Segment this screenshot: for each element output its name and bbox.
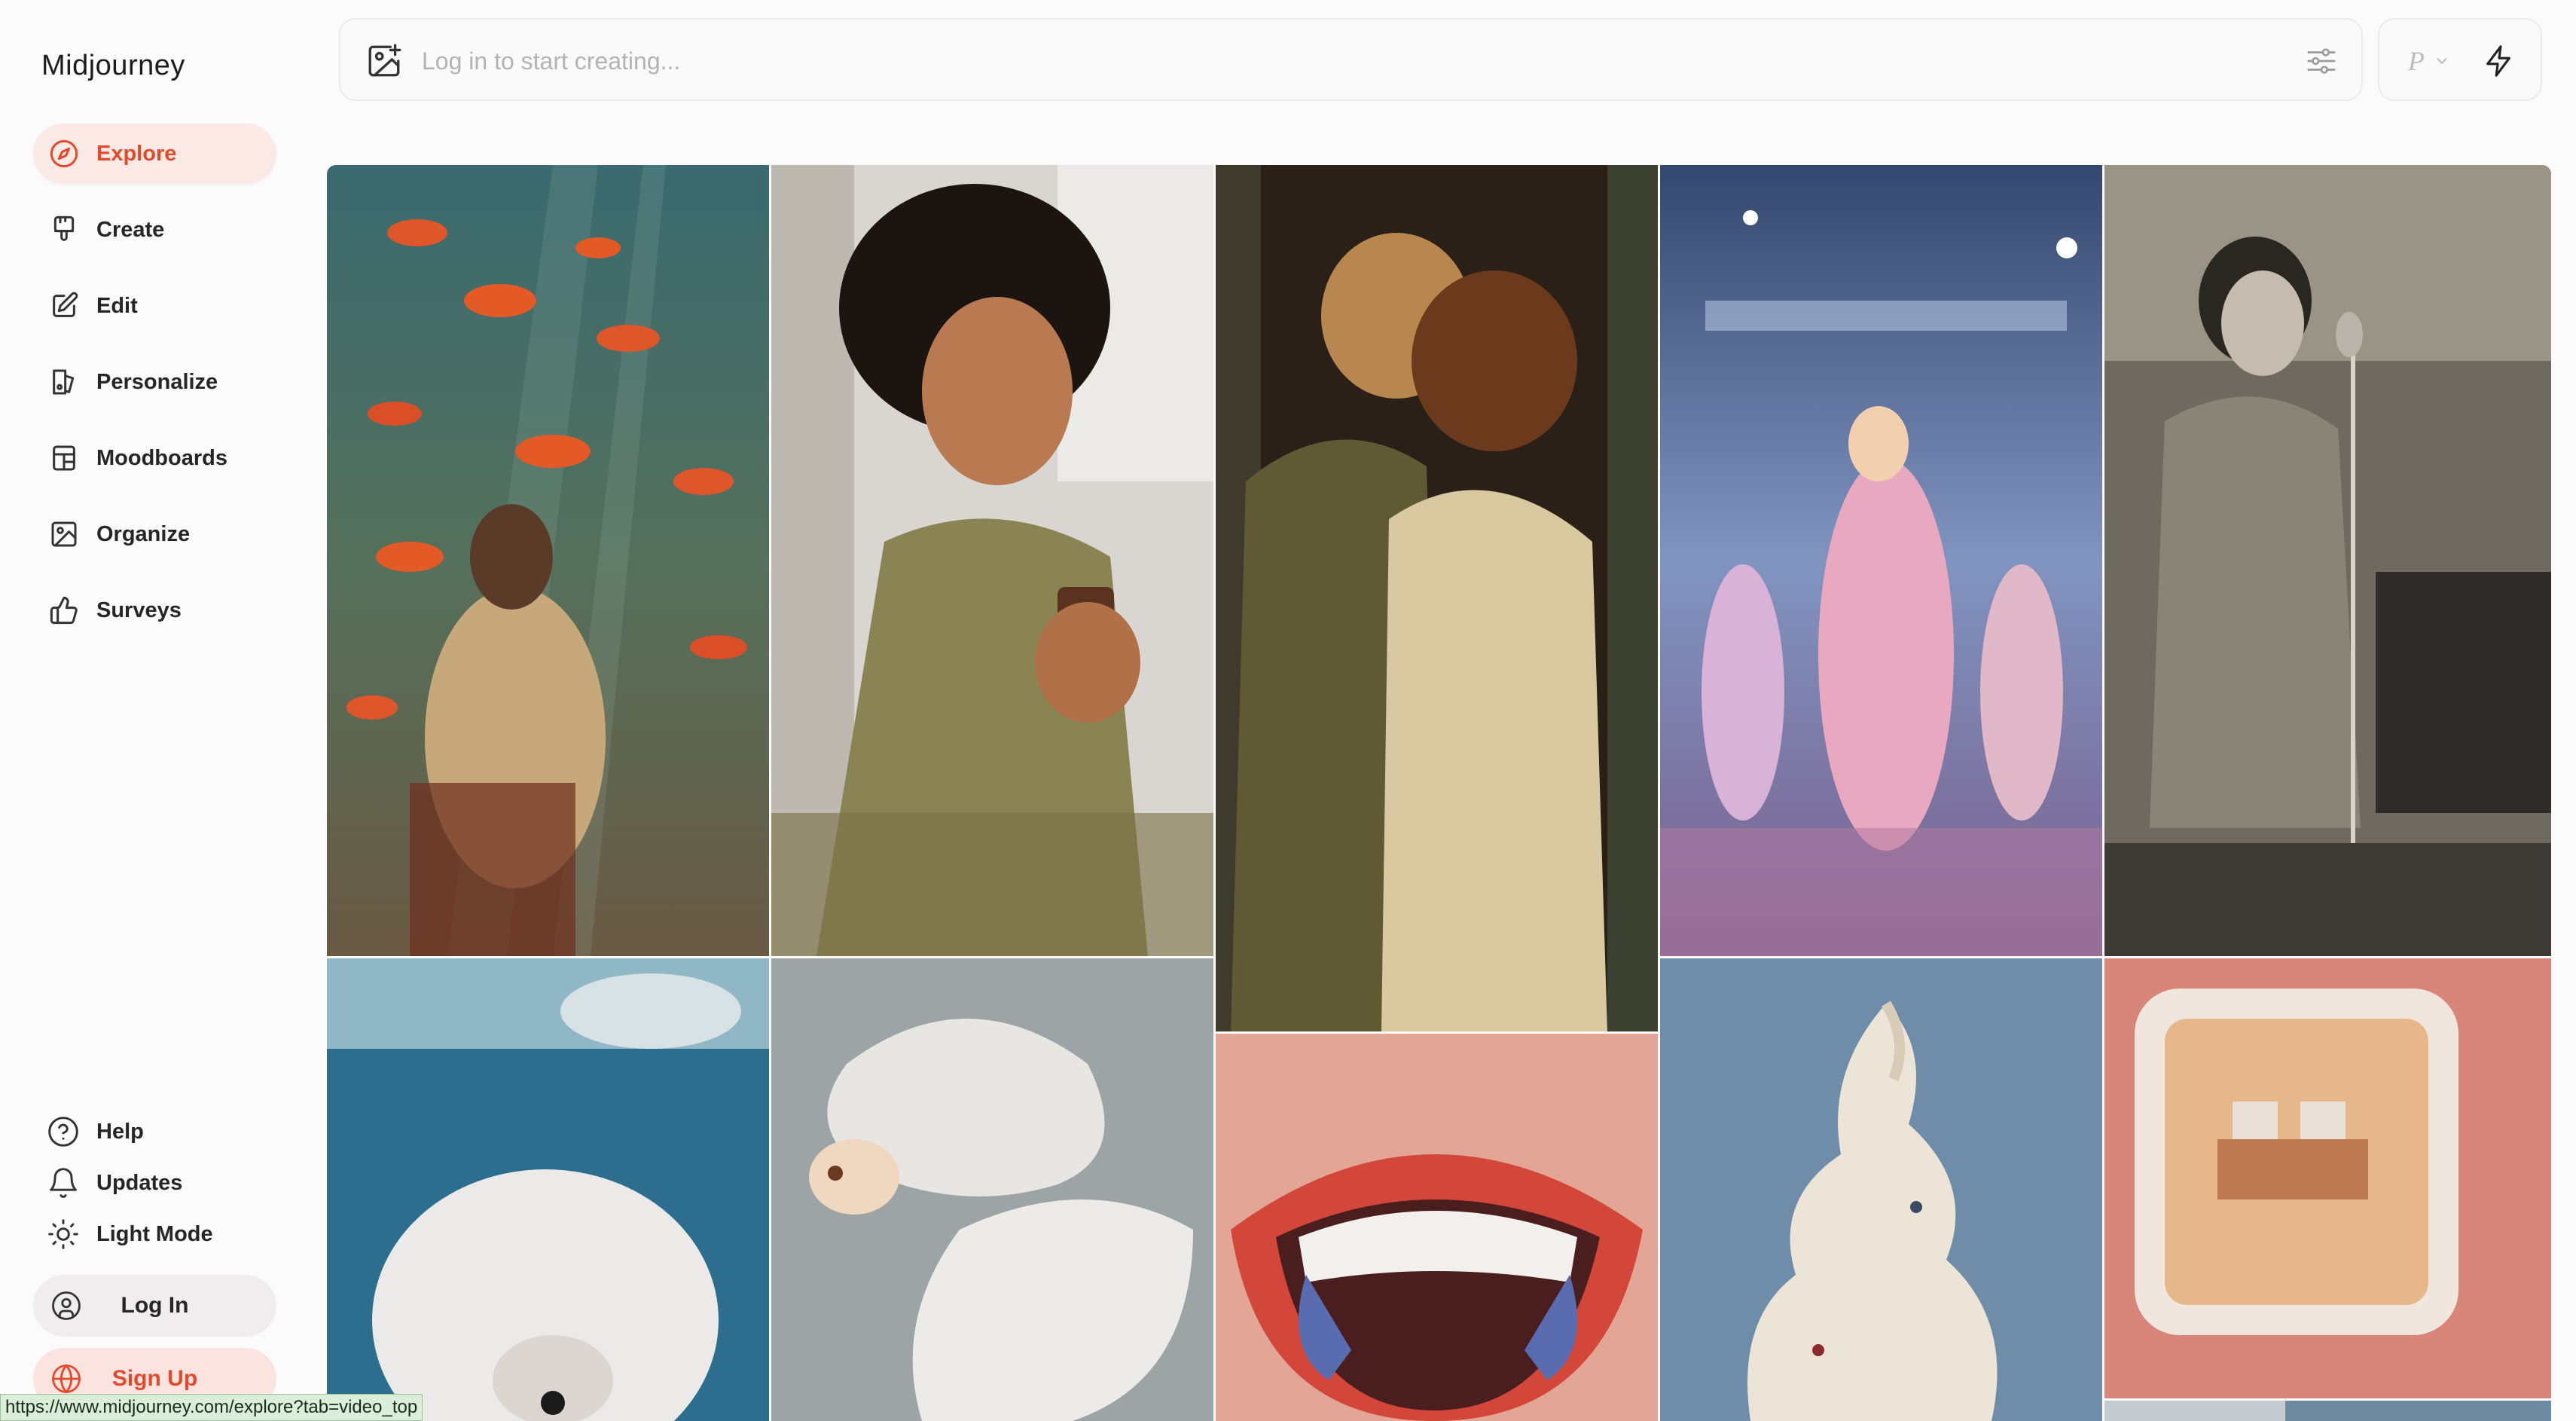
help-link[interactable]: Help [33,1106,276,1157]
nav-item-moodboards[interactable]: Moodboards [33,428,276,488]
gallery-image-white-dog[interactable] [327,958,769,1421]
prompt-input[interactable] [422,42,2230,80]
help-icon [44,1112,83,1151]
user-circle-icon [48,1288,84,1324]
status-bar-url: https://www.midjourney.com/explore?tab=v… [0,1394,423,1421]
globe-icon [48,1361,84,1397]
mode-controls: P [2378,18,2542,101]
nav-item-explore[interactable]: Explore [33,124,276,184]
login-button[interactable]: Log In [33,1275,276,1337]
nav-label: Moodboards [96,445,227,470]
nav-item-create[interactable]: Create [33,200,276,260]
updates-label: Updates [96,1170,183,1195]
lightning-icon[interactable] [2482,44,2516,78]
gallery-image-icecream-climbers[interactable] [1660,958,2102,1421]
add-image-icon[interactable] [365,42,404,80]
gallery-image-cartoon-mouth[interactable] [1216,1034,1658,1421]
nav-label: Organize [96,521,191,546]
light-mode-toggle[interactable]: Light Mode [33,1209,276,1260]
gallery-image-goldfish-underwater[interactable] [327,165,769,956]
edit-icon [45,287,83,325]
personalization-label: P [2408,46,2425,76]
chevron-down-icon [2437,58,2447,64]
sun-icon [44,1215,83,1254]
moodboard-icon [45,439,83,477]
sidebar: Midjourney Explore Create Edit Personali… [0,0,313,1421]
nav-item-organize[interactable]: Organize [33,504,276,564]
compass-icon [45,135,83,173]
explore-gallery [327,165,2551,1421]
gallery-image-vintage-kiss[interactable] [1216,165,1658,1031]
nav-label: Explore [96,141,177,166]
help-label: Help [96,1119,144,1144]
main-nav: Explore Create Edit Personalize Moodboar… [33,124,276,656]
gallery-image-miniature-office[interactable] [2104,958,2551,1398]
brush-icon [45,211,83,249]
settings-sliders-icon[interactable] [2304,44,2339,78]
gallery-image-city-view[interactable] [2104,1401,2551,1421]
nav-label: Create [96,217,165,242]
gallery-image-skincare-portrait[interactable] [771,165,1213,956]
gallery-image-white-betta[interactable] [771,958,1213,1421]
nav-label: Edit [96,293,138,318]
gallery-image-vintage-singer[interactable] [2104,165,2551,956]
nav-item-personalize[interactable]: Personalize [33,352,276,412]
secondary-nav: Help Updates Light Mode [33,1106,276,1260]
bell-icon [44,1163,83,1203]
thumbs-up-icon [45,591,83,629]
personalize-icon [45,363,83,401]
personalization-select[interactable]: P [2408,41,2450,81]
brand-logo[interactable]: Midjourney [41,50,185,82]
nav-label: Surveys [96,597,182,622]
prompt-bar [339,18,2363,101]
gallery-image-idol-concert[interactable] [1660,165,2102,956]
nav-item-surveys[interactable]: Surveys [33,580,276,640]
image-folder-icon [45,515,83,553]
nav-item-edit[interactable]: Edit [33,276,276,336]
nav-label: Personalize [96,369,218,394]
light-mode-label: Light Mode [96,1221,213,1246]
updates-link[interactable]: Updates [33,1157,276,1209]
